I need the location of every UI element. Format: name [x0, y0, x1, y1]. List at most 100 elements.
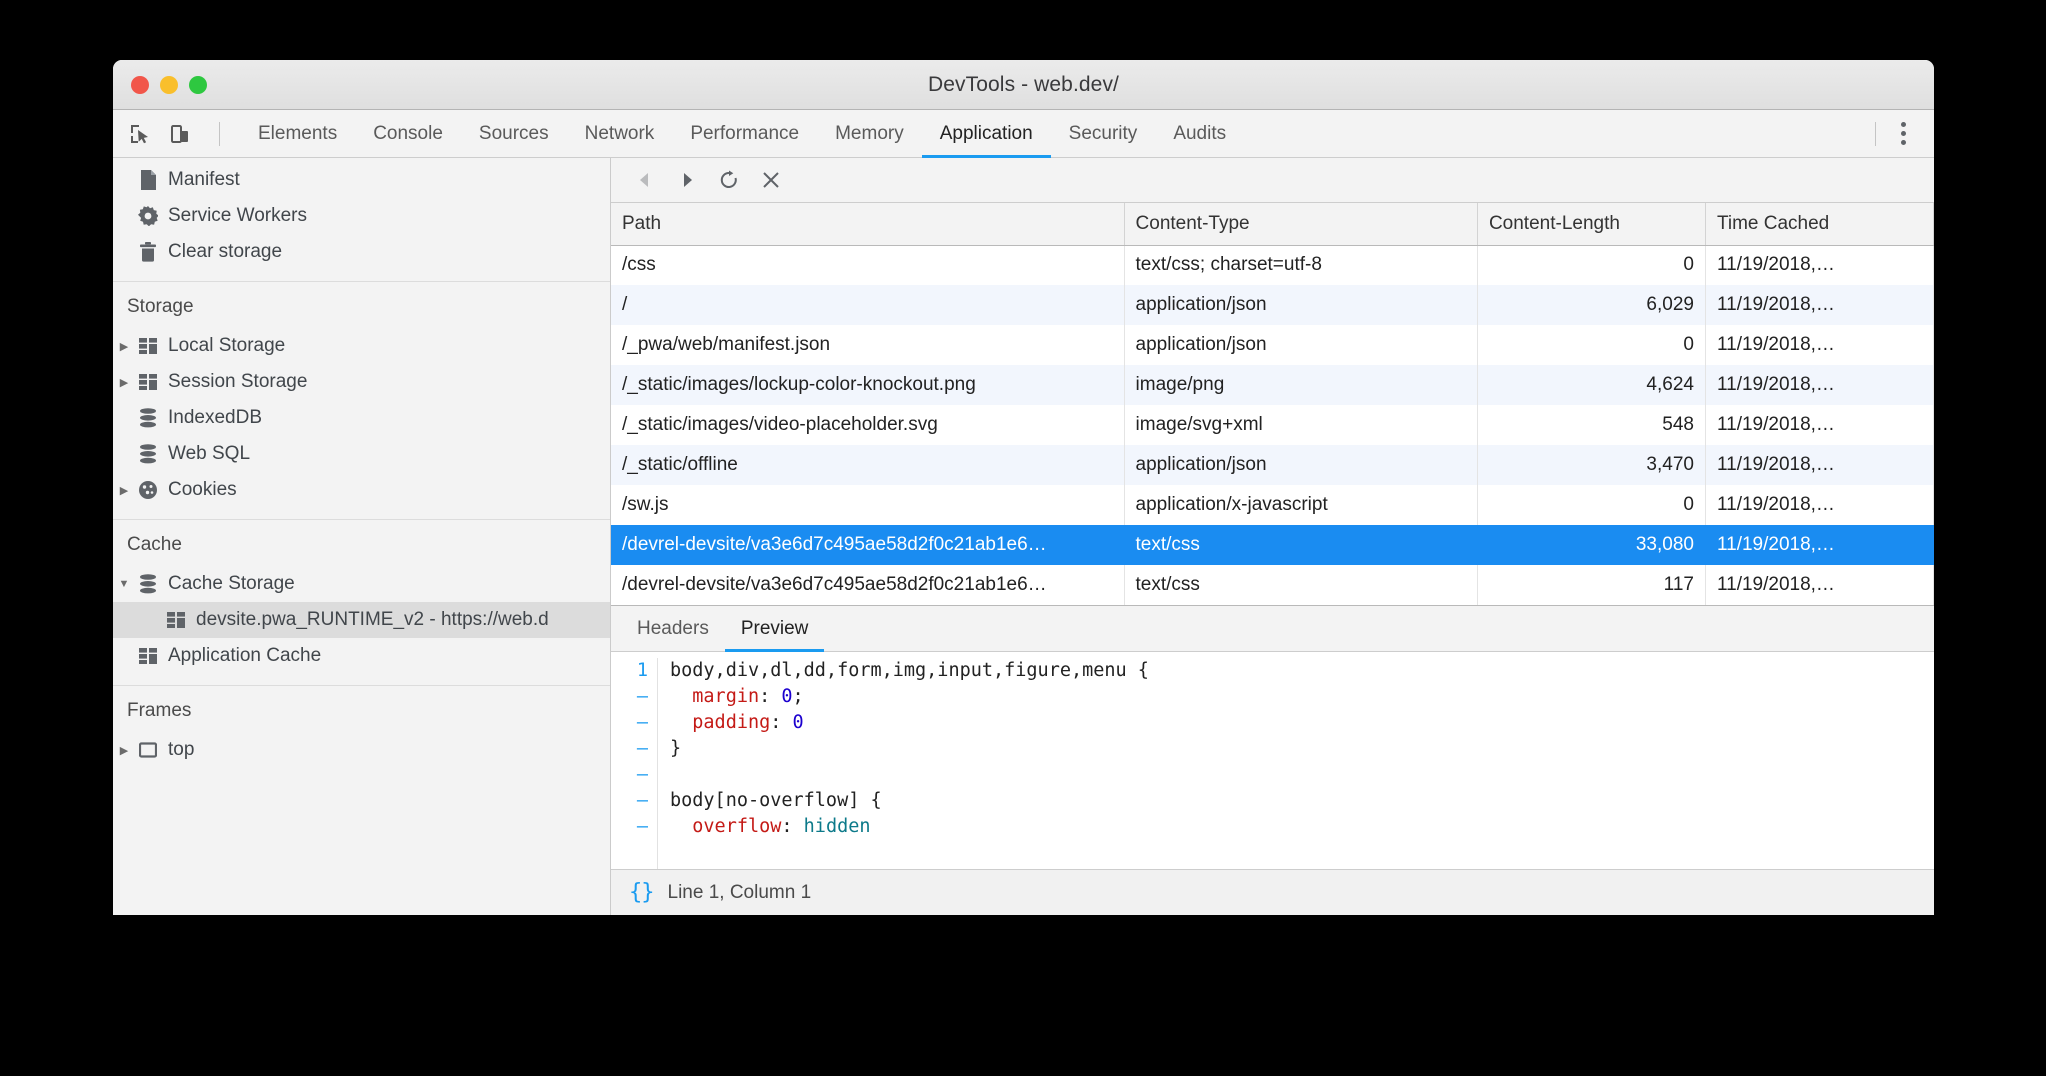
- tab-security[interactable]: Security: [1051, 110, 1156, 157]
- tab-application[interactable]: Application: [922, 110, 1051, 157]
- code-punct: :: [759, 686, 781, 707]
- sidebar-item-application-cache[interactable]: Application Cache: [113, 638, 610, 674]
- column-header-time-cached[interactable]: Time Cached: [1705, 203, 1933, 245]
- sidebar-item-manifest[interactable]: Manifest: [113, 162, 610, 198]
- code-preview[interactable]: 1 – – – – – – body,div,dl,dd,form,img,in…: [611, 652, 1934, 869]
- cell-time-cached: 11/19/2018,…: [1705, 565, 1933, 605]
- tab-label: Sources: [479, 123, 549, 145]
- window-title: DevTools - web.dev/: [113, 73, 1934, 97]
- code-property: margin: [670, 686, 759, 707]
- table-icon: [135, 338, 161, 354]
- tab-performance[interactable]: Performance: [672, 110, 817, 157]
- chevron-right-icon[interactable]: ▶: [113, 376, 135, 389]
- code-value: hidden: [804, 816, 871, 837]
- gutter-line: –: [611, 762, 648, 788]
- inspect-element-icon[interactable]: [127, 121, 153, 147]
- sidebar-item-session-storage[interactable]: ▶ Session Storage: [113, 364, 610, 400]
- sidebar-item-top-frame[interactable]: ▶ top: [113, 732, 610, 768]
- code-property: overflow: [670, 816, 781, 837]
- trash-icon: [135, 242, 161, 262]
- device-toolbar-icon[interactable]: [167, 121, 193, 147]
- application-sidebar: Manifest Service Workers Clear storage S…: [113, 158, 611, 915]
- code-line: body,div,dl,dd,form,img,input,figure,men…: [670, 658, 1934, 684]
- database-icon: [135, 444, 161, 464]
- cache-entries-table: Path Content-Type Content-Length Time Ca…: [611, 203, 1934, 605]
- gutter-line: –: [611, 736, 648, 762]
- table-icon: [163, 612, 189, 628]
- table-row[interactable]: /_static/images/lockup-color-knockout.pn…: [611, 365, 1934, 405]
- table-row[interactable]: /css text/css; charset=utf-8 0 11/19/201…: [611, 245, 1934, 285]
- gutter-line: –: [611, 814, 648, 840]
- chevron-down-icon[interactable]: ▼: [113, 578, 135, 590]
- cell-content-length: 0: [1477, 485, 1705, 525]
- back-button[interactable]: [627, 164, 663, 196]
- sidebar-item-local-storage[interactable]: ▶ Local Storage: [113, 328, 610, 364]
- code-lines: body,div,dl,dd,form,img,input,figure,men…: [657, 658, 1934, 869]
- cell-path: /css: [611, 245, 1124, 285]
- tab-network[interactable]: Network: [567, 110, 673, 157]
- chevron-right-icon[interactable]: ▶: [113, 484, 135, 497]
- tab-console[interactable]: Console: [355, 110, 461, 157]
- cell-content-type: application/json: [1124, 285, 1477, 325]
- sidebar-item-web-sql[interactable]: Web SQL: [113, 436, 610, 472]
- sidebar-item-label: Session Storage: [168, 371, 307, 393]
- tabstrip-right-group: [1863, 110, 1934, 157]
- cell-time-cached: 11/19/2018,…: [1705, 485, 1933, 525]
- sidebar-item-clear-storage[interactable]: Clear storage: [113, 234, 610, 270]
- gutter-line: –: [611, 684, 648, 710]
- tab-audits[interactable]: Audits: [1155, 110, 1244, 157]
- tab-sources[interactable]: Sources: [461, 110, 567, 157]
- code-punct: }: [670, 738, 681, 759]
- cell-time-cached: 11/19/2018,…: [1705, 325, 1933, 365]
- maximize-button[interactable]: [189, 76, 207, 94]
- code-selector: body[no-overflow] {: [670, 790, 882, 811]
- refresh-button[interactable]: [711, 164, 747, 196]
- column-header-content-type[interactable]: Content-Type: [1124, 203, 1477, 245]
- sidebar-item-label: Cache Storage: [168, 573, 295, 595]
- sidebar-item-indexeddb[interactable]: IndexedDB: [113, 400, 610, 436]
- cell-time-cached: 11/19/2018,…: [1705, 525, 1933, 565]
- toolbar-divider: [219, 122, 220, 146]
- more-options-icon[interactable]: [1888, 119, 1918, 149]
- cell-path: /_static/images/lockup-color-knockout.pn…: [611, 365, 1124, 405]
- sidebar-item-service-workers[interactable]: Service Workers: [113, 198, 610, 234]
- table-row[interactable]: / application/json 6,029 11/19/2018,…: [611, 285, 1934, 325]
- tab-headers[interactable]: Headers: [621, 606, 725, 651]
- column-header-path[interactable]: Path: [611, 203, 1124, 245]
- chevron-right-icon[interactable]: ▶: [113, 744, 135, 757]
- code-punct: ;: [793, 686, 804, 707]
- code-gutter: 1 – – – – – –: [611, 658, 657, 869]
- table-row[interactable]: /_static/images/video-placeholder.svg im…: [611, 405, 1934, 445]
- window-titlebar: DevTools - web.dev/: [113, 60, 1934, 110]
- sidebar-item-cache-devsite-pwa-runtime[interactable]: devsite.pwa_RUNTIME_v2 - https://web.d: [113, 602, 610, 638]
- tab-preview[interactable]: Preview: [725, 606, 825, 651]
- tab-memory[interactable]: Memory: [817, 110, 922, 157]
- tab-elements[interactable]: Elements: [240, 110, 355, 157]
- cell-time-cached: 11/19/2018,…: [1705, 245, 1933, 285]
- table-icon: [135, 374, 161, 390]
- delete-button[interactable]: [753, 164, 789, 196]
- table-row[interactable]: /devrel-devsite/va3e6d7c495ae58d2f0c21ab…: [611, 565, 1934, 605]
- table-row-selected[interactable]: /devrel-devsite/va3e6d7c495ae58d2f0c21ab…: [611, 525, 1934, 565]
- cell-content-length: 117: [1477, 565, 1705, 605]
- devtools-tabs: Elements Console Sources Network Perform…: [240, 110, 1244, 157]
- sidebar-item-label: Service Workers: [168, 205, 307, 227]
- preview-tab-label: Headers: [637, 618, 709, 640]
- sidebar-item-label: Cookies: [168, 479, 237, 501]
- column-header-content-length[interactable]: Content-Length: [1477, 203, 1705, 245]
- cache-toolbar: [611, 158, 1934, 203]
- table-row[interactable]: /sw.js application/x-javascript 0 11/19/…: [611, 485, 1934, 525]
- window-controls: [131, 76, 207, 94]
- chevron-right-icon[interactable]: ▶: [113, 340, 135, 353]
- minimize-button[interactable]: [160, 76, 178, 94]
- sidebar-divider: [113, 685, 610, 686]
- sidebar-item-cache-storage[interactable]: ▼ Cache Storage: [113, 566, 610, 602]
- forward-button[interactable]: [669, 164, 705, 196]
- cell-content-length: 6,029: [1477, 285, 1705, 325]
- sidebar-divider: [113, 519, 610, 520]
- table-row[interactable]: /_static/offline application/json 3,470 …: [611, 445, 1934, 485]
- pretty-print-icon[interactable]: {}: [629, 880, 654, 905]
- sidebar-item-cookies[interactable]: ▶ Cookies: [113, 472, 610, 508]
- table-row[interactable]: /_pwa/web/manifest.json application/json…: [611, 325, 1934, 365]
- close-button[interactable]: [131, 76, 149, 94]
